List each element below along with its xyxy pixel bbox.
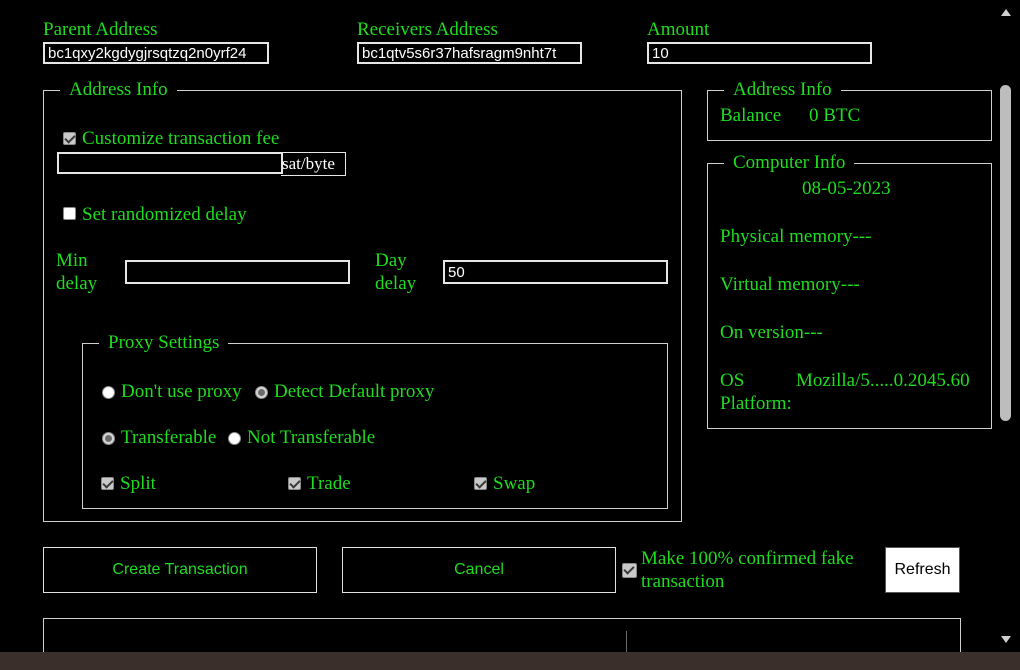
transactions-table: [43, 618, 961, 652]
proxy-settings-panel: Proxy Settings: [82, 333, 668, 509]
balance-label: Balance: [720, 105, 782, 126]
detect-default-proxy-radio[interactable]: [255, 386, 268, 399]
swap-label: Swap: [493, 473, 536, 494]
scroll-up-arrow-icon[interactable]: [1001, 9, 1011, 16]
parent-address-input[interactable]: [43, 42, 269, 64]
fee-input[interactable]: [57, 152, 283, 174]
fake-transaction-label-line2: transaction: [641, 571, 725, 592]
dont-use-proxy-radio[interactable]: [102, 386, 115, 399]
refresh-button[interactable]: Refresh: [885, 547, 960, 593]
dont-use-proxy-label: Don't use proxy: [121, 381, 242, 402]
scroll-down-arrow-icon[interactable]: [1001, 636, 1011, 643]
address-info-legend: Address Info: [69, 79, 168, 100]
split-label: Split: [120, 473, 156, 494]
balance-value: 0 BTC: [809, 105, 861, 126]
virtual-memory: Virtual memory---: [720, 274, 860, 295]
computer-info-date: 08-05-2023: [802, 178, 891, 199]
trade-checkbox[interactable]: [288, 477, 301, 490]
detect-default-proxy-label: Detect Default proxy: [274, 381, 435, 402]
physical-memory: Physical memory---: [720, 226, 872, 247]
day-delay-input[interactable]: [443, 260, 668, 284]
not-transferable-radio[interactable]: [228, 432, 241, 445]
transferable-label: Transferable: [121, 427, 217, 448]
customize-fee-label: Customize transaction fee: [82, 128, 280, 149]
right-address-info-legend: Address Info: [733, 79, 832, 100]
receivers-address-label: Receivers Address: [357, 19, 498, 40]
computer-info-legend: Computer Info: [733, 152, 846, 173]
trade-label: Trade: [307, 473, 351, 494]
os-label-line2: Platform:: [720, 393, 792, 414]
min-delay-label-line1: Min: [56, 250, 88, 271]
min-delay-label-line2: delay: [56, 273, 98, 294]
randomized-delay-checkbox[interactable]: [63, 207, 76, 220]
create-transaction-button[interactable]: Create Transaction: [43, 547, 317, 593]
randomized-delay-label: Set randomized delay: [82, 204, 247, 225]
proxy-settings-legend: Proxy Settings: [108, 332, 220, 353]
swap-checkbox[interactable]: [474, 477, 487, 490]
parent-address-label: Parent Address: [43, 19, 158, 40]
on-version: On version---: [720, 322, 823, 343]
table-column-divider: [626, 631, 627, 652]
customize-fee-checkbox[interactable]: [63, 132, 76, 145]
split-checkbox[interactable]: [101, 477, 114, 490]
app-window: Parent Address Receivers Address Amount …: [0, 0, 1020, 652]
os-platform-value: Mozilla/5.....0.2045.60: [796, 370, 970, 391]
not-transferable-label: Not Transferable: [247, 427, 376, 448]
fake-transaction-checkbox[interactable]: [622, 563, 637, 578]
amount-input[interactable]: [647, 42, 872, 64]
day-delay-label-line2: delay: [375, 273, 417, 294]
vertical-scrollbar[interactable]: [997, 0, 1015, 652]
min-delay-input[interactable]: [125, 260, 350, 284]
day-delay-label-line1: Day: [375, 250, 407, 271]
transferable-radio[interactable]: [102, 432, 115, 445]
cancel-button[interactable]: Cancel: [342, 547, 616, 593]
fee-unit-label: sat/byte: [281, 152, 346, 176]
receivers-address-input[interactable]: [357, 42, 582, 64]
amount-label: Amount: [647, 19, 710, 40]
fake-transaction-label-line1: Make 100% confirmed fake: [641, 548, 854, 569]
os-label-line1: OS: [720, 370, 745, 391]
scroll-thumb[interactable]: [1000, 85, 1011, 421]
